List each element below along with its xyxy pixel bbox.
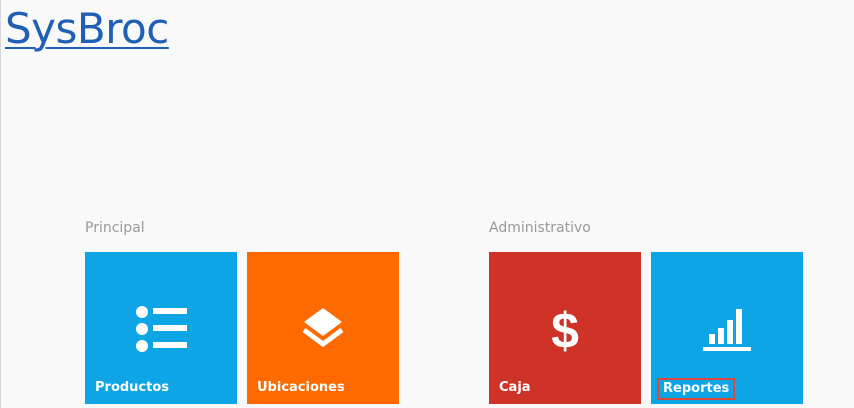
brand-logo-link[interactable]: SysBroc: [5, 4, 169, 54]
tile-reportes[interactable]: Reportes: [651, 252, 803, 404]
tile-label-caja: Caja: [499, 380, 531, 395]
tile-productos[interactable]: Productos: [85, 252, 237, 404]
tile-caja[interactable]: $ Caja: [489, 252, 641, 404]
tile-label-reportes: Reportes: [657, 378, 736, 400]
tile-label-ubicaciones: Ubicaciones: [257, 380, 345, 395]
tile-label-productos: Productos: [95, 380, 170, 395]
group-title-administrativo: Administrativo: [489, 220, 591, 236]
tile-ubicaciones[interactable]: Ubicaciones: [247, 252, 399, 404]
page: SysBroc Principal Administrativo Product…: [0, 0, 854, 408]
svg-text:$: $: [551, 303, 579, 359]
group-title-principal: Principal: [85, 220, 145, 236]
